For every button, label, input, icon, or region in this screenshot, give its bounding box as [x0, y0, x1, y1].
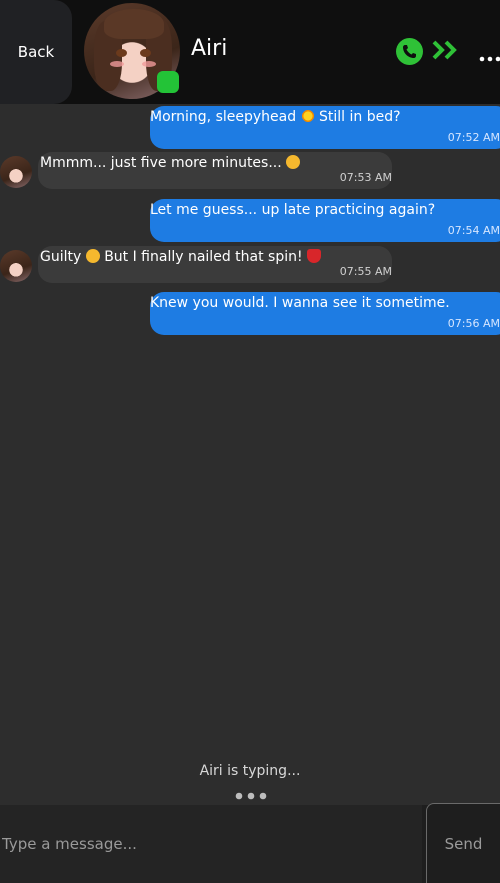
more-icon[interactable] — [478, 48, 500, 62]
sleepy-face-emoji — [286, 155, 301, 169]
persevering-face-emoji — [85, 249, 100, 263]
message-text: Guilty — [40, 249, 82, 265]
phone-icon[interactable] — [396, 38, 423, 65]
typing-indicator-label: Airi is typing... — [199, 763, 301, 779]
message-input[interactable] — [0, 805, 422, 883]
message-bubble-outgoing[interactable]: Morning, sleepyhead Still in bed? 07:52 … — [150, 106, 500, 149]
dancer-emoji — [307, 249, 322, 263]
sun-emoji — [300, 109, 315, 123]
message-time: 07:55 AM — [339, 265, 392, 278]
message-text: Knew you would. I wanna see it sometime. — [150, 295, 450, 311]
message-bubble-outgoing[interactable]: Let me guess... up late practicing again… — [150, 199, 500, 242]
message-time: 07:54 AM — [447, 224, 500, 237]
message-time: 07:53 AM — [339, 171, 392, 184]
online-status-indicator — [157, 71, 179, 93]
message-bubble-incoming[interactable]: Guilty But I finally nailed that spin! 0… — [38, 246, 392, 283]
message-text-continued: But I finally nailed that spin! — [104, 249, 303, 265]
send-button[interactable]: Send — [426, 803, 500, 883]
message-time: 07:56 AM — [447, 317, 500, 330]
contact-name: Airi — [191, 36, 228, 61]
contact-avatar-small — [0, 156, 32, 188]
message-time: 07:52 AM — [447, 131, 500, 144]
message-text: Morning, sleepyhead — [150, 109, 297, 125]
message-bubble-incoming[interactable]: Mmmm... just five more minutes... 07:53 … — [38, 152, 392, 189]
typing-dots-icon — [235, 785, 267, 800]
message-bubble-outgoing[interactable]: Knew you would. I wanna see it sometime.… — [150, 292, 500, 335]
back-button[interactable]: Back — [0, 0, 72, 104]
message-text: Let me guess... up late practicing again… — [150, 202, 436, 218]
message-text-continued: Still in bed? — [319, 109, 401, 125]
contact-avatar-small — [0, 250, 32, 282]
chat-header: Back Airi — [0, 0, 500, 104]
message-text: Mmmm... just five more minutes... — [40, 155, 282, 171]
double-chevron-icon[interactable] — [432, 40, 462, 60]
